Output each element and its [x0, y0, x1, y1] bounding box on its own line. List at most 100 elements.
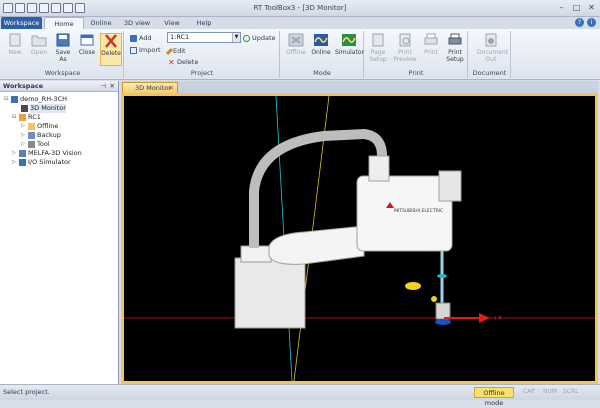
online-button[interactable]: Online — [309, 33, 333, 56]
print-preview-button[interactable]: Print Preview — [392, 33, 418, 63]
collapse-icon[interactable]: ⊟ — [3, 95, 9, 104]
x-axis-label: +X — [493, 315, 502, 322]
update-button[interactable]: Update — [243, 34, 276, 43]
doc-tab-label: 3D Monitor — [135, 84, 171, 92]
tab-3d-view[interactable]: 3D view — [121, 17, 153, 29]
tab-online[interactable]: Online — [86, 17, 116, 29]
simulator-button[interactable]: Simulator — [335, 33, 364, 56]
new-workspace-icon — [9, 33, 21, 47]
title-bar: RT ToolBox3 - [3D Monitor] – □ ✕ — [0, 0, 600, 17]
workspace-panel-title: Workspace — [3, 82, 44, 90]
project-select-value: 1:RC1 — [170, 33, 190, 41]
robot-brand-label: MITSUBISHI ELECTRIC — [394, 208, 443, 214]
close-button[interactable]: ✕ — [585, 1, 598, 13]
tree-node-workspace[interactable]: ⊟ demo_RH-3CH — [3, 95, 67, 104]
print-button[interactable]: Print — [420, 33, 442, 56]
open-label: Open — [30, 49, 48, 56]
delete-label: Delete — [101, 50, 121, 57]
window-title: RT ToolBox3 - [3D Monitor] — [253, 4, 347, 12]
folder-icon — [28, 123, 35, 130]
edit-button[interactable]: Edit — [165, 47, 186, 56]
tree-node-3d-monitor[interactable]: 3D Monitor — [21, 104, 66, 113]
add-button[interactable]: Add — [130, 34, 152, 43]
tree-node-melfa-3d-vision[interactable]: ▷ MELFA-3D Vision — [11, 149, 82, 158]
print-group-label: Print — [408, 69, 424, 77]
delete-icon: ✕ — [168, 58, 175, 67]
caps-indicator: CAP — [523, 388, 535, 395]
workpiece — [405, 282, 421, 290]
minimize-button[interactable]: – — [555, 1, 568, 13]
tab-3d-monitor[interactable]: 3D Monitor ✕ — [122, 82, 178, 93]
close-window-icon — [80, 34, 94, 46]
scroll-indicator: SCRL — [563, 388, 579, 395]
add-label: Add — [139, 34, 152, 42]
offline-label: Offline — [286, 49, 306, 56]
tool-ring — [437, 274, 447, 278]
mode-indicator: Offline mode — [474, 387, 514, 407]
status-bar: Select project. Offline mode CAP NUM SCR… — [0, 384, 600, 407]
tool-tip — [435, 319, 451, 325]
expand-icon[interactable]: ▷ — [20, 140, 26, 149]
print-setup-button[interactable]: Print Setup — [444, 33, 466, 63]
delete-project-button[interactable]: ✕ Delete — [168, 58, 198, 67]
simulator-wave-icon — [342, 34, 356, 46]
expand-icon[interactable]: ▷ — [20, 131, 26, 140]
new-button[interactable]: New — [4, 33, 26, 56]
delete-workspace-button[interactable]: Delete — [100, 33, 122, 66]
import-button[interactable]: Import — [130, 46, 161, 55]
tree-node-offline[interactable]: ▷ Offline — [20, 122, 58, 131]
tree-node-io-simulator[interactable]: ▷ I/O Simulator — [11, 158, 71, 167]
tree-node-backup[interactable]: ▷ Backup — [20, 131, 61, 140]
workspace-group-label: Workspace — [44, 69, 81, 77]
print-preview-label: Print Preview — [393, 49, 417, 63]
open-button[interactable]: Open — [28, 33, 50, 56]
doc-tab-close-icon[interactable]: ✕ — [169, 83, 174, 93]
num-indicator: NUM — [543, 388, 558, 395]
print-group: Page Setup Print Preview Print Print Set… — [365, 31, 468, 78]
save-as-button[interactable]: Save As — [52, 33, 74, 63]
workspace-panel: Workspace ⊣ ✕ ⊟ demo_RH-3CH 3D Monitor ⊟… — [0, 81, 119, 384]
tab-home[interactable]: Home — [44, 17, 84, 29]
workspace-icon — [11, 96, 18, 103]
help-icon[interactable]: ? — [575, 18, 584, 27]
tree-node-rc1[interactable]: ⊟ RC1 — [11, 113, 41, 122]
page-setup-icon — [372, 33, 384, 47]
pin-icon[interactable]: ⊣ — [100, 81, 106, 92]
new-label: New — [8, 49, 22, 56]
mode-group-label: Mode — [313, 69, 331, 77]
online-label: Online — [311, 49, 331, 56]
tab-view[interactable]: View — [158, 17, 186, 29]
offline-button[interactable]: Offline — [284, 33, 308, 56]
tab-workspace[interactable]: Workspace — [1, 17, 42, 29]
pencil-icon — [165, 47, 174, 56]
close-workspace-button[interactable]: Close — [76, 33, 98, 56]
3d-scene[interactable]: MITSUBISHI ELECTRIC +X — [124, 96, 595, 381]
chevron-down-icon[interactable]: ▼ — [232, 33, 240, 42]
robot-base — [234, 257, 306, 329]
project-select[interactable]: 1:RC1 ▼ — [167, 32, 241, 43]
refresh-icon — [243, 35, 250, 42]
expand-icon[interactable]: ▷ — [11, 158, 17, 167]
ribbon: New Open Save As Close Delete Workspace … — [0, 29, 600, 80]
robot-controller-icon — [19, 114, 26, 121]
document-out-label: Document Out — [477, 49, 509, 63]
page-setup-button[interactable]: Page Setup — [367, 33, 389, 63]
panel-close-icon[interactable]: ✕ — [110, 81, 115, 92]
save-disk-icon — [56, 33, 70, 47]
info-icon[interactable]: i — [587, 18, 596, 27]
tree-node-tool[interactable]: ▷ Tool — [20, 140, 50, 149]
document-area: 3D Monitor ✕ MITSUBISHI ELECTRIC +X — [121, 81, 598, 384]
3d-viewport-frame: MITSUBISHI ELECTRIC +X — [121, 93, 598, 384]
simulator-label: Simulator — [335, 49, 364, 56]
collapse-icon[interactable]: ⊟ — [11, 113, 17, 122]
printer-icon — [424, 33, 438, 45]
expand-icon[interactable]: ▷ — [11, 149, 17, 158]
document-out-button[interactable]: Document Out — [477, 33, 509, 63]
online-wave-icon — [314, 34, 328, 46]
document-group: Document Out Document — [469, 31, 511, 78]
maximize-button[interactable]: □ — [570, 1, 583, 13]
mode-group: Offline Online Simulator Mode — [281, 31, 364, 78]
robot-shaft-housing — [438, 170, 462, 202]
expand-icon[interactable]: ▷ — [20, 122, 26, 131]
tab-help[interactable]: Help — [191, 17, 217, 29]
